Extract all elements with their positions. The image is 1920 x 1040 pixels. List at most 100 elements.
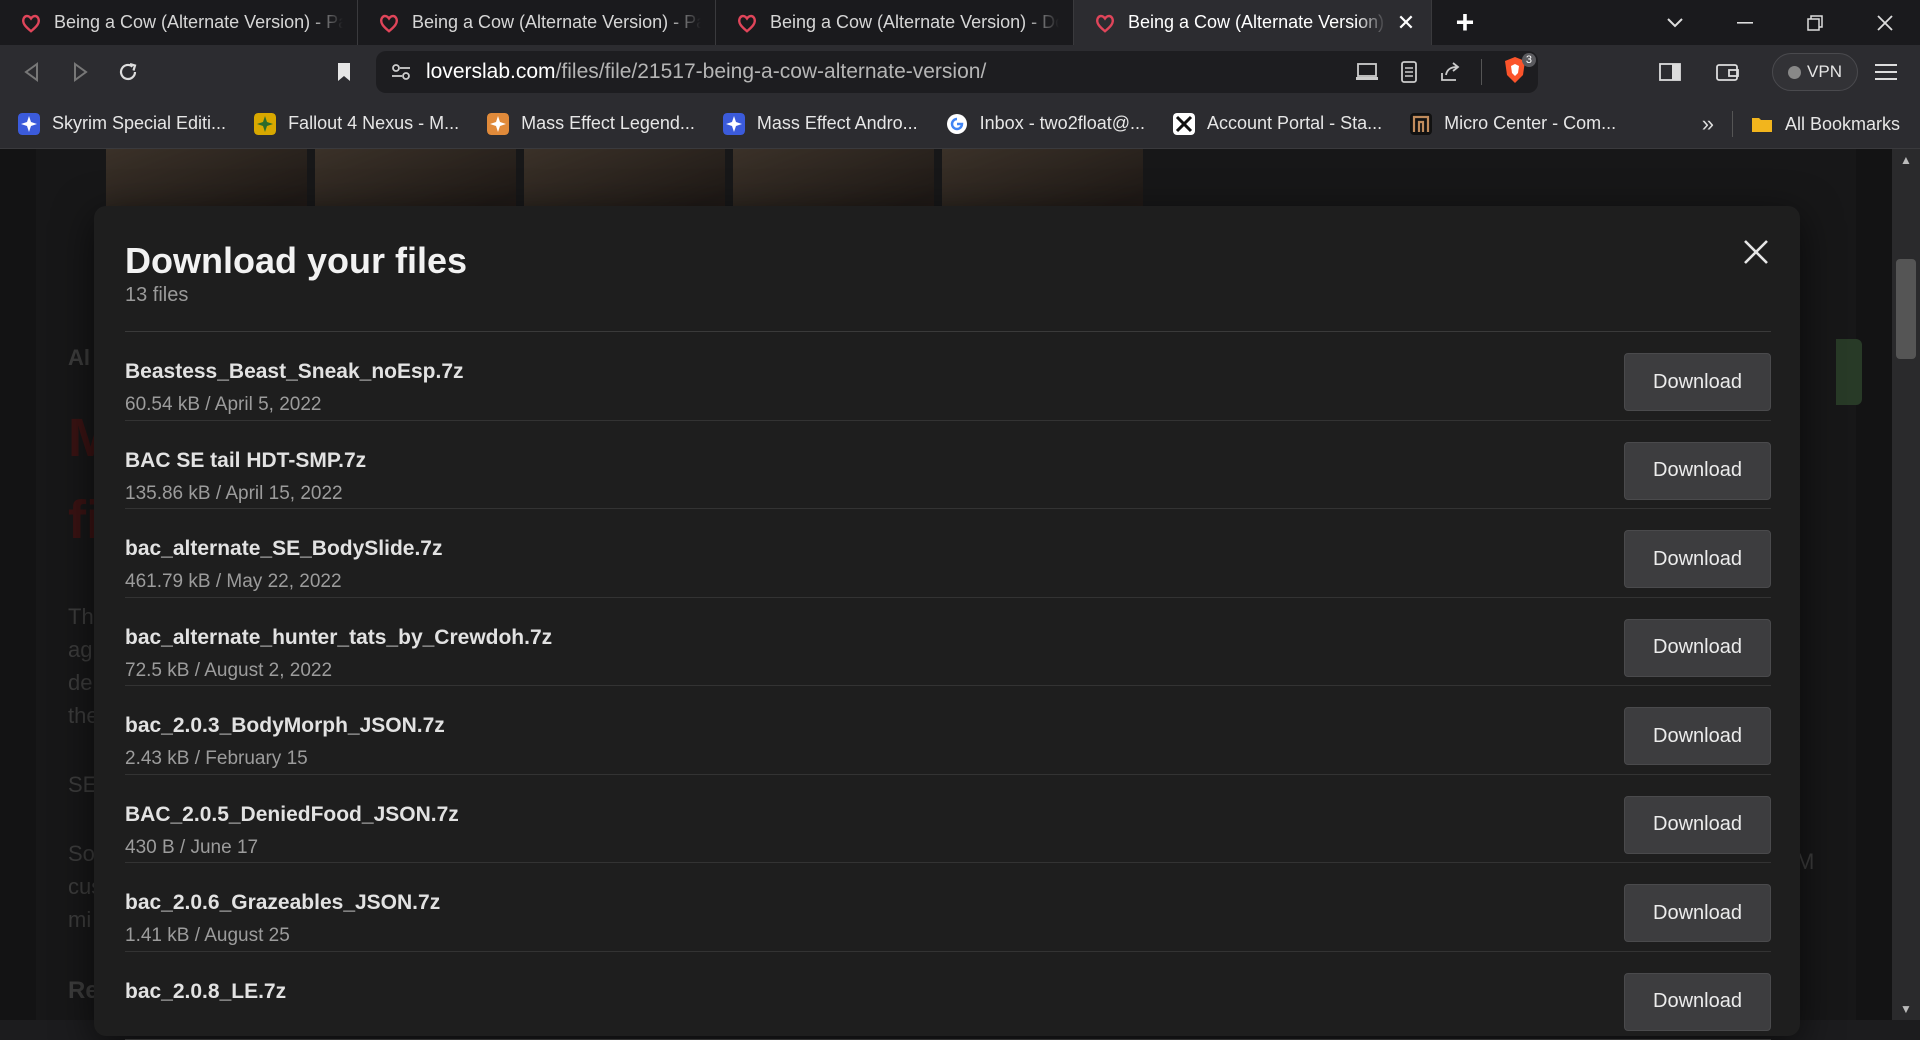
bookmarks-bar: Skyrim Special Editi... Fallout 4 Nexus … <box>0 99 1920 149</box>
file-row: Beastess_Beast_Sneak_noEsp.7z 60.54 kB /… <box>125 332 1771 421</box>
folder-icon <box>1751 113 1773 135</box>
microcenter-icon <box>1410 113 1432 135</box>
file-row: BAC_2.0.5_DeniedFood_JSON.7z 430 B / Jun… <box>125 775 1771 864</box>
more-bookmarks-icon[interactable]: » <box>1702 111 1714 137</box>
modal-title: Download your files <box>125 240 467 282</box>
tab-title: Being a Cow (Alternate Version) - Page <box>54 12 343 33</box>
file-list: Beastess_Beast_Sneak_noEsp.7z 60.54 kB /… <box>125 332 1771 1040</box>
loverslab-favicon-icon <box>20 12 42 34</box>
brave-badge: 3 <box>1522 53 1536 67</box>
wallet-icon[interactable] <box>1704 50 1752 94</box>
site-settings-icon[interactable] <box>390 61 412 83</box>
google-icon <box>946 113 968 135</box>
browser-tab[interactable]: Being a Cow (Alternate Version) - Page <box>358 0 716 45</box>
file-row: bac_alternate_hunter_tats_by_Crewdoh.7z … <box>125 598 1771 687</box>
vpn-button[interactable]: VPN <box>1772 53 1858 91</box>
bookmark-label: Micro Center - Com... <box>1444 113 1616 134</box>
menu-icon[interactable] <box>1862 50 1910 94</box>
loverslab-favicon-icon <box>736 12 758 34</box>
file-meta: 2.43 kB / February 15 <box>125 748 308 770</box>
download-button[interactable]: Download <box>1624 796 1771 854</box>
bookmark-label: Mass Effect Legend... <box>521 113 695 134</box>
bookmark-item[interactable]: Fallout 4 Nexus - M... <box>254 113 459 135</box>
bookmark-label: Skyrim Special Editi... <box>52 113 226 134</box>
tab-title: Being a Cow (Alternate Version) - <box>1128 12 1387 33</box>
tab-bar: Being a Cow (Alternate Version) - Page B… <box>0 0 1920 45</box>
tab-list-chevron-icon[interactable] <box>1640 0 1710 45</box>
nexus-icon <box>487 113 509 135</box>
scroll-up-icon[interactable]: ▲ <box>1892 153 1920 167</box>
file-name: BAC SE tail HDT-SMP.7z <box>125 449 366 473</box>
file-count: 13 files <box>125 284 188 307</box>
browser-tab-active[interactable]: Being a Cow (Alternate Version) - ✕ <box>1074 0 1432 45</box>
url-path: /files/file/21517-being-a-cow-alternate-… <box>556 60 987 84</box>
download-button[interactable]: Download <box>1624 442 1771 500</box>
download-button[interactable]: Download <box>1624 619 1771 677</box>
reload-icon[interactable] <box>104 50 152 94</box>
file-name: bac_alternate_hunter_tats_by_Crewdoh.7z <box>125 626 552 650</box>
file-meta: 430 B / June 17 <box>125 837 258 859</box>
all-bookmarks-label: All Bookmarks <box>1785 114 1900 135</box>
new-tab-icon[interactable]: + <box>1432 0 1498 45</box>
download-button[interactable]: Download <box>1624 973 1771 1031</box>
file-row: BAC SE tail HDT-SMP.7z 135.86 kB / April… <box>125 421 1771 510</box>
page-scrollbar[interactable]: ▲ ▼ <box>1892 149 1920 1020</box>
file-row: bac_alternate_SE_BodySlide.7z 461.79 kB … <box>125 509 1771 598</box>
file-name: bac_2.0.8_LE.7z <box>125 980 286 1004</box>
download-button[interactable]: Download <box>1624 530 1771 588</box>
address-bar[interactable]: loverslab.com/files/file/21517-being-a-c… <box>376 51 1538 93</box>
tab-title: Being a Cow (Alternate Version) - Page <box>412 12 701 33</box>
file-meta: 1.41 kB / August 25 <box>125 925 290 947</box>
bookmark-label: Fallout 4 Nexus - M... <box>288 113 459 134</box>
bookmark-item[interactable]: Skyrim Special Editi... <box>18 113 226 135</box>
scroll-down-icon[interactable]: ▼ <box>1892 1002 1920 1016</box>
back-icon[interactable] <box>8 50 56 94</box>
close-tab-icon[interactable]: ✕ <box>1395 12 1417 34</box>
bookmark-label: Account Portal - Sta... <box>1207 113 1382 134</box>
skyrim-icon <box>18 113 40 135</box>
file-name: bac_2.0.6_Grazeables_JSON.7z <box>125 891 440 915</box>
close-window-icon[interactable] <box>1850 0 1920 45</box>
nexus-icon <box>254 113 276 135</box>
download-button[interactable]: Download <box>1624 353 1771 411</box>
file-name: BAC_2.0.5_DeniedFood_JSON.7z <box>125 803 459 827</box>
file-name: Beastess_Beast_Sneak_noEsp.7z <box>125 360 464 384</box>
bookmark-item[interactable]: Account Portal - Sta... <box>1173 113 1382 135</box>
bookmark-item[interactable]: Micro Center - Com... <box>1410 113 1616 135</box>
bookmark-item[interactable]: Mass Effect Legend... <box>487 113 695 135</box>
bookmark-item[interactable]: Inbox - two2float@... <box>946 113 1145 135</box>
close-icon[interactable] <box>1740 236 1772 268</box>
loverslab-favicon-icon <box>1094 12 1116 34</box>
nexus-icon <box>723 113 745 135</box>
brave-shields-icon[interactable]: 3 <box>1502 56 1528 89</box>
file-row: bac_2.0.3_BodyMorph_JSON.7z 2.43 kB / Fe… <box>125 686 1771 775</box>
minimize-icon[interactable] <box>1710 0 1780 45</box>
file-meta: 60.54 kB / April 5, 2022 <box>125 394 321 416</box>
file-meta: 72.5 kB / August 2, 2022 <box>125 660 332 682</box>
file-name: bac_2.0.3_BodyMorph_JSON.7z <box>125 714 445 738</box>
cast-icon[interactable] <box>1355 62 1379 82</box>
file-name: bac_alternate_SE_BodySlide.7z <box>125 537 442 561</box>
bookmark-icon[interactable] <box>320 50 368 94</box>
download-button[interactable]: Download <box>1624 707 1771 765</box>
tab-title: Being a Cow (Alternate Version) - Dow <box>770 12 1059 33</box>
file-meta: 135.86 kB / April 15, 2022 <box>125 483 343 505</box>
url-domain: loverslab.com <box>426 60 556 84</box>
all-bookmarks[interactable]: All Bookmarks <box>1751 113 1900 135</box>
reader-mode-icon[interactable] <box>1399 61 1419 83</box>
bookmark-item[interactable]: Mass Effect Andro... <box>723 113 918 135</box>
file-row: bac_2.0.6_Grazeables_JSON.7z 1.41 kB / A… <box>125 863 1771 952</box>
navigation-bar: loverslab.com/files/file/21517-being-a-c… <box>0 45 1920 99</box>
download-button[interactable]: Download <box>1624 884 1771 942</box>
download-modal: Download your files 13 files Beastess_Be… <box>94 206 1800 1036</box>
loverslab-favicon-icon <box>378 12 400 34</box>
sidebar-toggle-icon[interactable] <box>1646 50 1694 94</box>
bookmark-label: Inbox - two2float@... <box>980 113 1145 134</box>
browser-tab[interactable]: Being a Cow (Alternate Version) - Page <box>0 0 358 45</box>
bookmark-label: Mass Effect Andro... <box>757 113 918 134</box>
restore-icon[interactable] <box>1780 0 1850 45</box>
scrollbar-thumb[interactable] <box>1896 259 1916 359</box>
share-icon[interactable] <box>1439 61 1461 83</box>
browser-tab[interactable]: Being a Cow (Alternate Version) - Dow <box>716 0 1074 45</box>
forward-icon[interactable] <box>56 50 104 94</box>
